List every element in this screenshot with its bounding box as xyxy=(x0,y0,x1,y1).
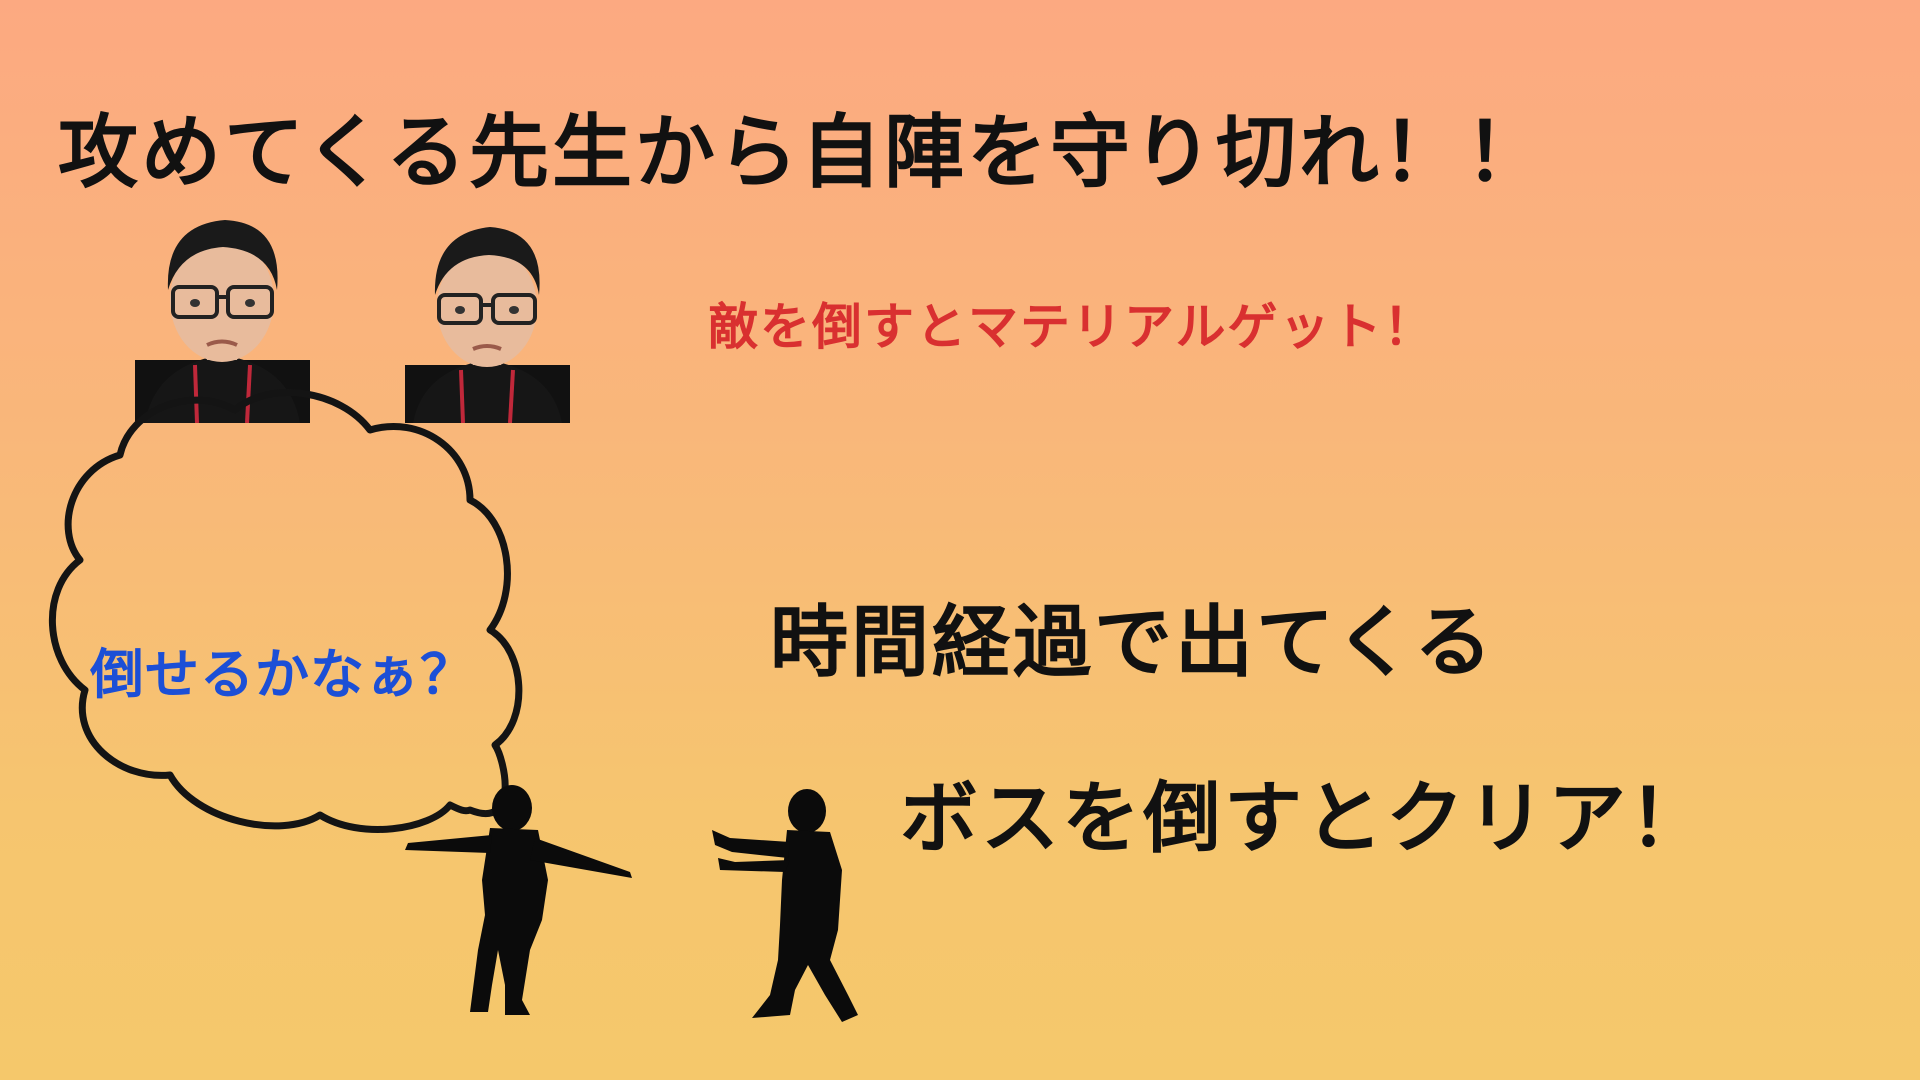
player-silhouette xyxy=(405,785,632,1015)
characters-layer xyxy=(405,785,858,1022)
enemy-silhouette xyxy=(712,789,858,1022)
